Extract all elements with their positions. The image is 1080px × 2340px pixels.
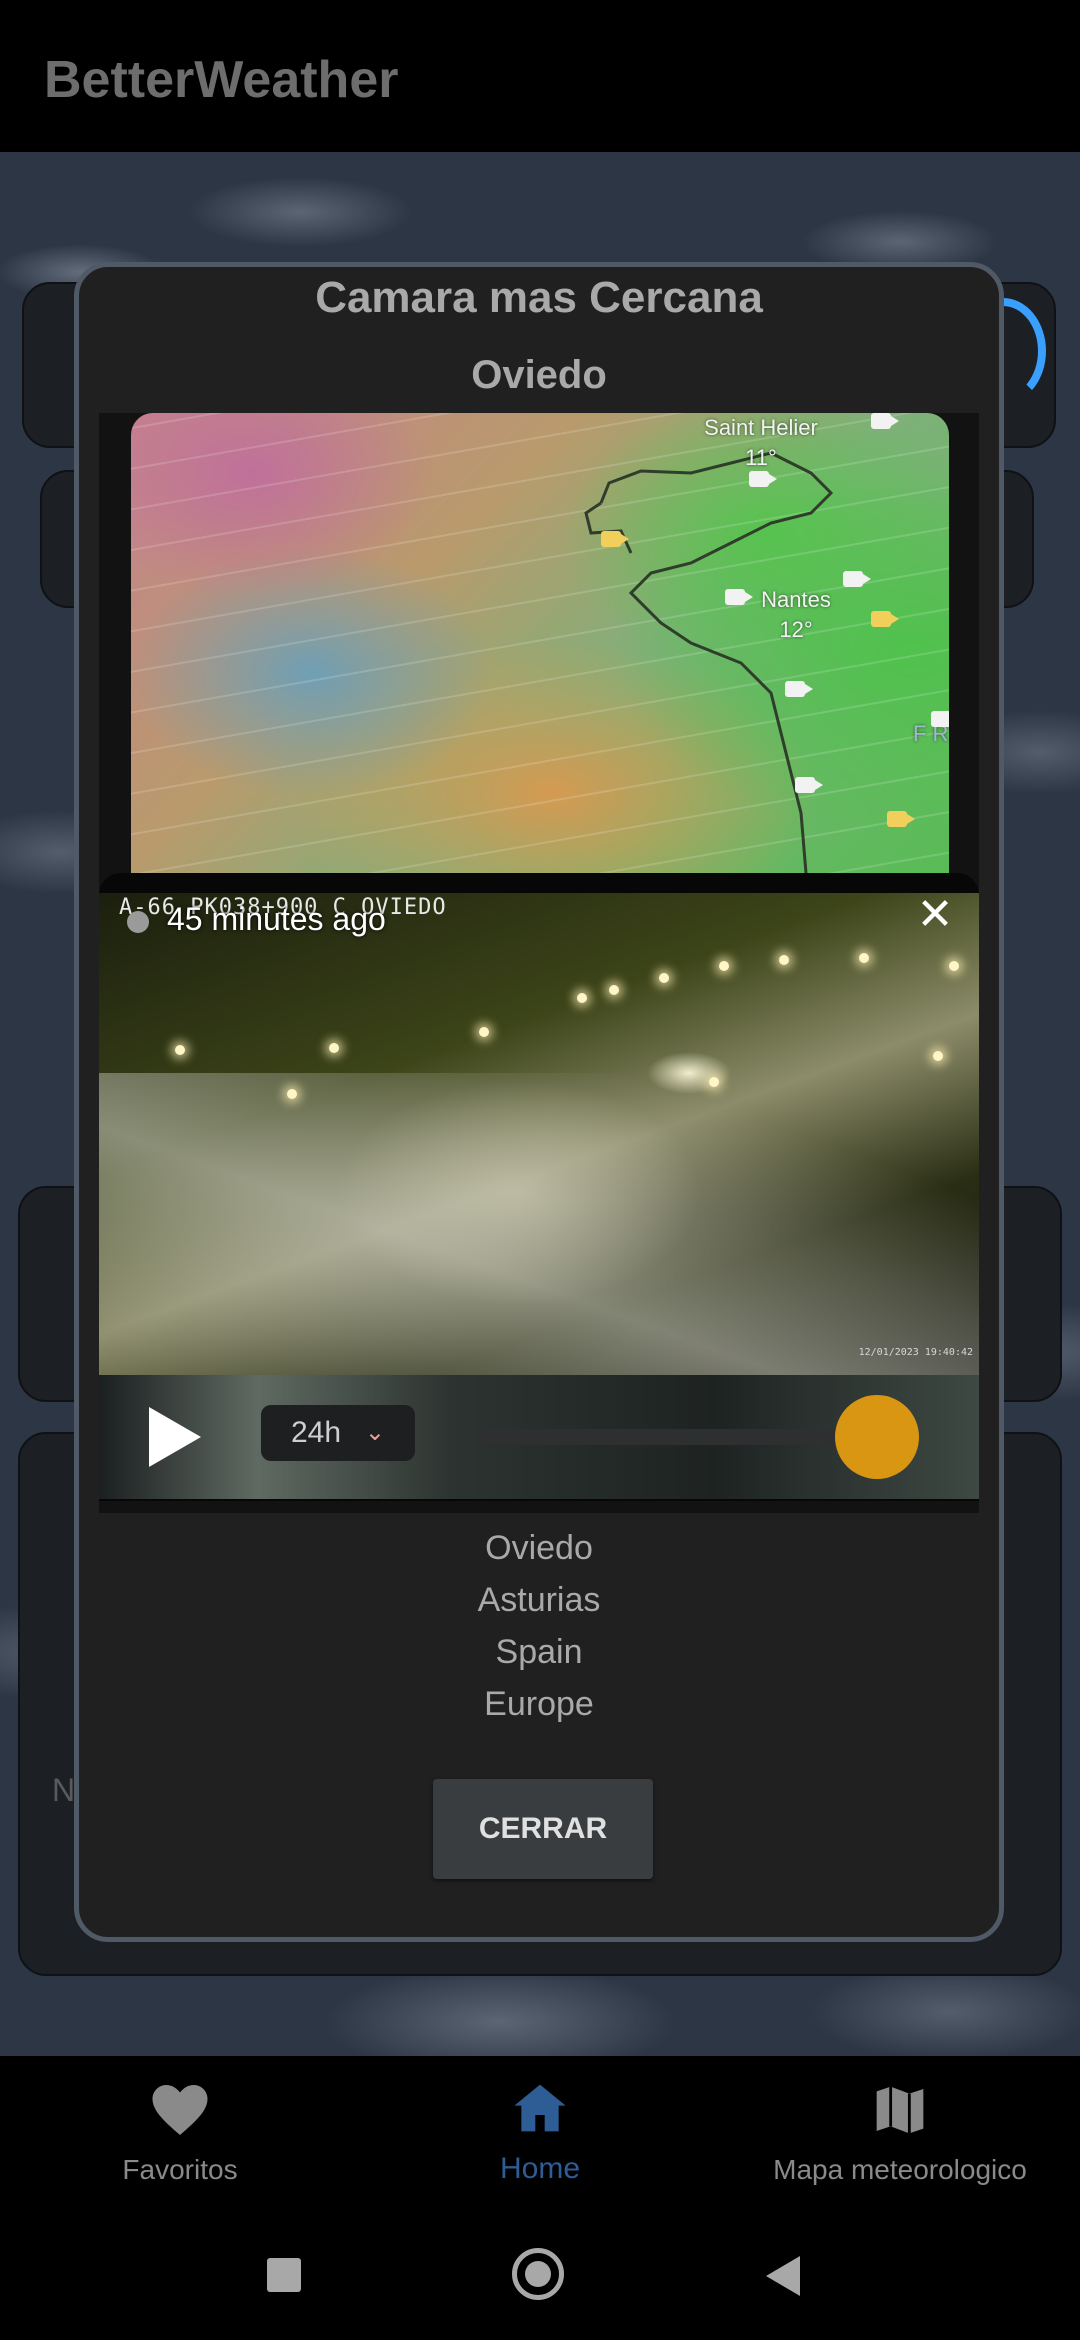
highway — [99, 1073, 979, 1375]
city-name: Nantes — [761, 587, 831, 612]
camera-marker-icon[interactable] — [725, 589, 753, 605]
recents-square-icon[interactable] — [267, 2258, 301, 2292]
background-partial-text: N — [52, 1772, 76, 1808]
home-circle-icon[interactable] — [512, 2248, 564, 2300]
app-title: BetterWeather — [44, 51, 399, 109]
location-continent: Europe — [484, 1685, 594, 1723]
street-light — [859, 953, 869, 963]
street-light — [933, 1051, 943, 1061]
back-triangle-icon[interactable] — [766, 2256, 800, 2296]
city-name: Saint Helier — [704, 415, 818, 440]
camera-viewer: A-66 PK038+900 C OVIEDO 45 minutes ago ✕… — [99, 873, 979, 1501]
app-bar: BetterWeather — [0, 0, 1080, 152]
nav-home[interactable]: Home — [420, 2056, 660, 2198]
camera-marker-icon[interactable] — [887, 811, 915, 827]
status-dot-icon — [127, 911, 149, 933]
street-light — [659, 973, 669, 983]
street-light — [709, 1077, 719, 1087]
camera-marker-icon[interactable] — [931, 711, 949, 727]
street-light — [287, 1089, 297, 1099]
camera-marker-icon[interactable] — [785, 681, 813, 697]
nav-label: Favoritos — [122, 2154, 238, 2185]
city-temp: 11° — [745, 445, 777, 470]
dialog-subtitle: Oviedo — [471, 353, 607, 397]
location-city: Oviedo — [485, 1529, 593, 1567]
street-light — [779, 955, 789, 965]
nav-favoritos[interactable]: Favoritos — [60, 2056, 300, 2198]
map-icon — [750, 2082, 1050, 2142]
nav-label: Mapa meteorologico — [773, 2154, 1027, 2185]
street-light — [949, 961, 959, 971]
time-range-dropdown[interactable]: 24h ⌄ — [261, 1405, 415, 1461]
time-range-label: 24h — [291, 1416, 342, 1449]
camera-marker-icon[interactable] — [871, 611, 899, 627]
heart-icon — [60, 2082, 300, 2142]
street-light — [175, 1045, 185, 1055]
street-light — [329, 1043, 339, 1053]
timeline-slider-thumb[interactable] — [835, 1395, 919, 1479]
street-light — [479, 1027, 489, 1037]
home-icon — [420, 2082, 660, 2142]
city-temp: 12° — [779, 617, 813, 642]
weather-map[interactable]: Saint Helier 11° Nantes 12° F R — [131, 413, 949, 873]
camera-marker-icon[interactable] — [601, 531, 629, 547]
camera-image — [99, 893, 979, 1375]
nav-label: Home — [499, 2152, 581, 2185]
map-city-label: Saint Helier 11° — [691, 413, 831, 473]
map-city-label: Nantes 12° — [741, 585, 851, 645]
street-light — [577, 993, 587, 1003]
play-icon[interactable] — [149, 1407, 201, 1467]
chevron-down-icon: ⌄ — [364, 1419, 385, 1446]
close-icon[interactable]: ✕ — [913, 893, 957, 939]
location-region: Asturias — [477, 1581, 601, 1619]
camera-marker-icon[interactable] — [871, 413, 899, 429]
nearest-camera-dialog: Camara mas Cercana Oviedo Saint Helier 1… — [74, 262, 1004, 1942]
street-light — [719, 961, 729, 971]
street-light — [609, 985, 619, 995]
playback-controls: 24h ⌄ — [99, 1375, 979, 1499]
camera-timestamp: 12/01/2023 19:40:42 — [858, 1347, 973, 1358]
camera-marker-icon[interactable] — [843, 571, 871, 587]
close-button[interactable]: CERRAR — [433, 1779, 653, 1879]
camera-marker-icon[interactable] — [749, 471, 777, 487]
location-country: Spain — [495, 1633, 583, 1671]
image-age: 45 minutes ago — [167, 901, 386, 937]
dialog-title: Camara mas Cercana — [315, 273, 763, 322]
nav-mapa[interactable]: Mapa meteorologico — [750, 2056, 1050, 2198]
camera-marker-icon[interactable] — [795, 777, 823, 793]
bottom-navigation: Favoritos Home Mapa meteorologico — [0, 2056, 1080, 2198]
media-area: Saint Helier 11° Nantes 12° F R A-66 PK0… — [99, 413, 979, 1513]
system-nav-bar — [0, 2198, 1080, 2340]
